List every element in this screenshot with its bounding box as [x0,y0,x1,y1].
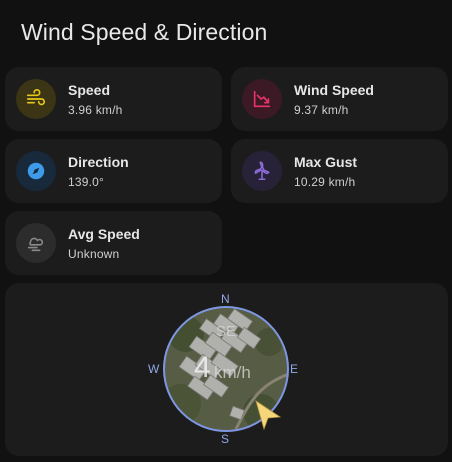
avg-speed-label: Avg Speed [68,226,140,242]
max-gust-tile[interactable]: Max Gust 10.29 km/h [231,139,448,203]
compass-south-label: S [221,432,230,446]
direction-abbrev: SE [216,323,237,340]
compass-icon [16,151,56,191]
compass-east-label: E [290,362,299,376]
card-title: Wind Speed & Direction [21,19,268,45]
wind-direction-arrow-icon [255,400,282,431]
wind-speed-label: Wind Speed [294,82,374,98]
speed-tile[interactable]: Speed 3.96 km/h [5,67,222,131]
direction-value: 139.0° [68,175,105,189]
wind-speed-tile[interactable]: Wind Speed 9.37 km/h [231,67,448,131]
max-gust-value: 10.29 km/h [294,175,356,189]
direction-tile[interactable]: Direction 139.0° [5,139,222,203]
wind-speed-value: 9.37 km/h [294,103,349,117]
direction-label: Direction [68,154,129,170]
compass-speed-value: 4 [194,351,211,384]
chart-decrease-icon [242,79,282,119]
wind-icon [16,79,56,119]
weather-windy-icon [16,223,56,263]
speed-label: Speed [68,82,111,98]
wind-turbine-icon [242,151,282,191]
speed-value: 3.96 km/h [68,103,123,117]
avg-speed-tile[interactable]: Avg Speed Unknown [5,211,222,275]
compass-speed-unit: km/h [214,363,251,382]
wind-compass-card[interactable]: N E S W SE 4 km/h [5,283,448,456]
max-gust-label: Max Gust [294,154,358,170]
compass-west-label: W [148,362,160,376]
avg-speed-value: Unknown [68,247,120,261]
